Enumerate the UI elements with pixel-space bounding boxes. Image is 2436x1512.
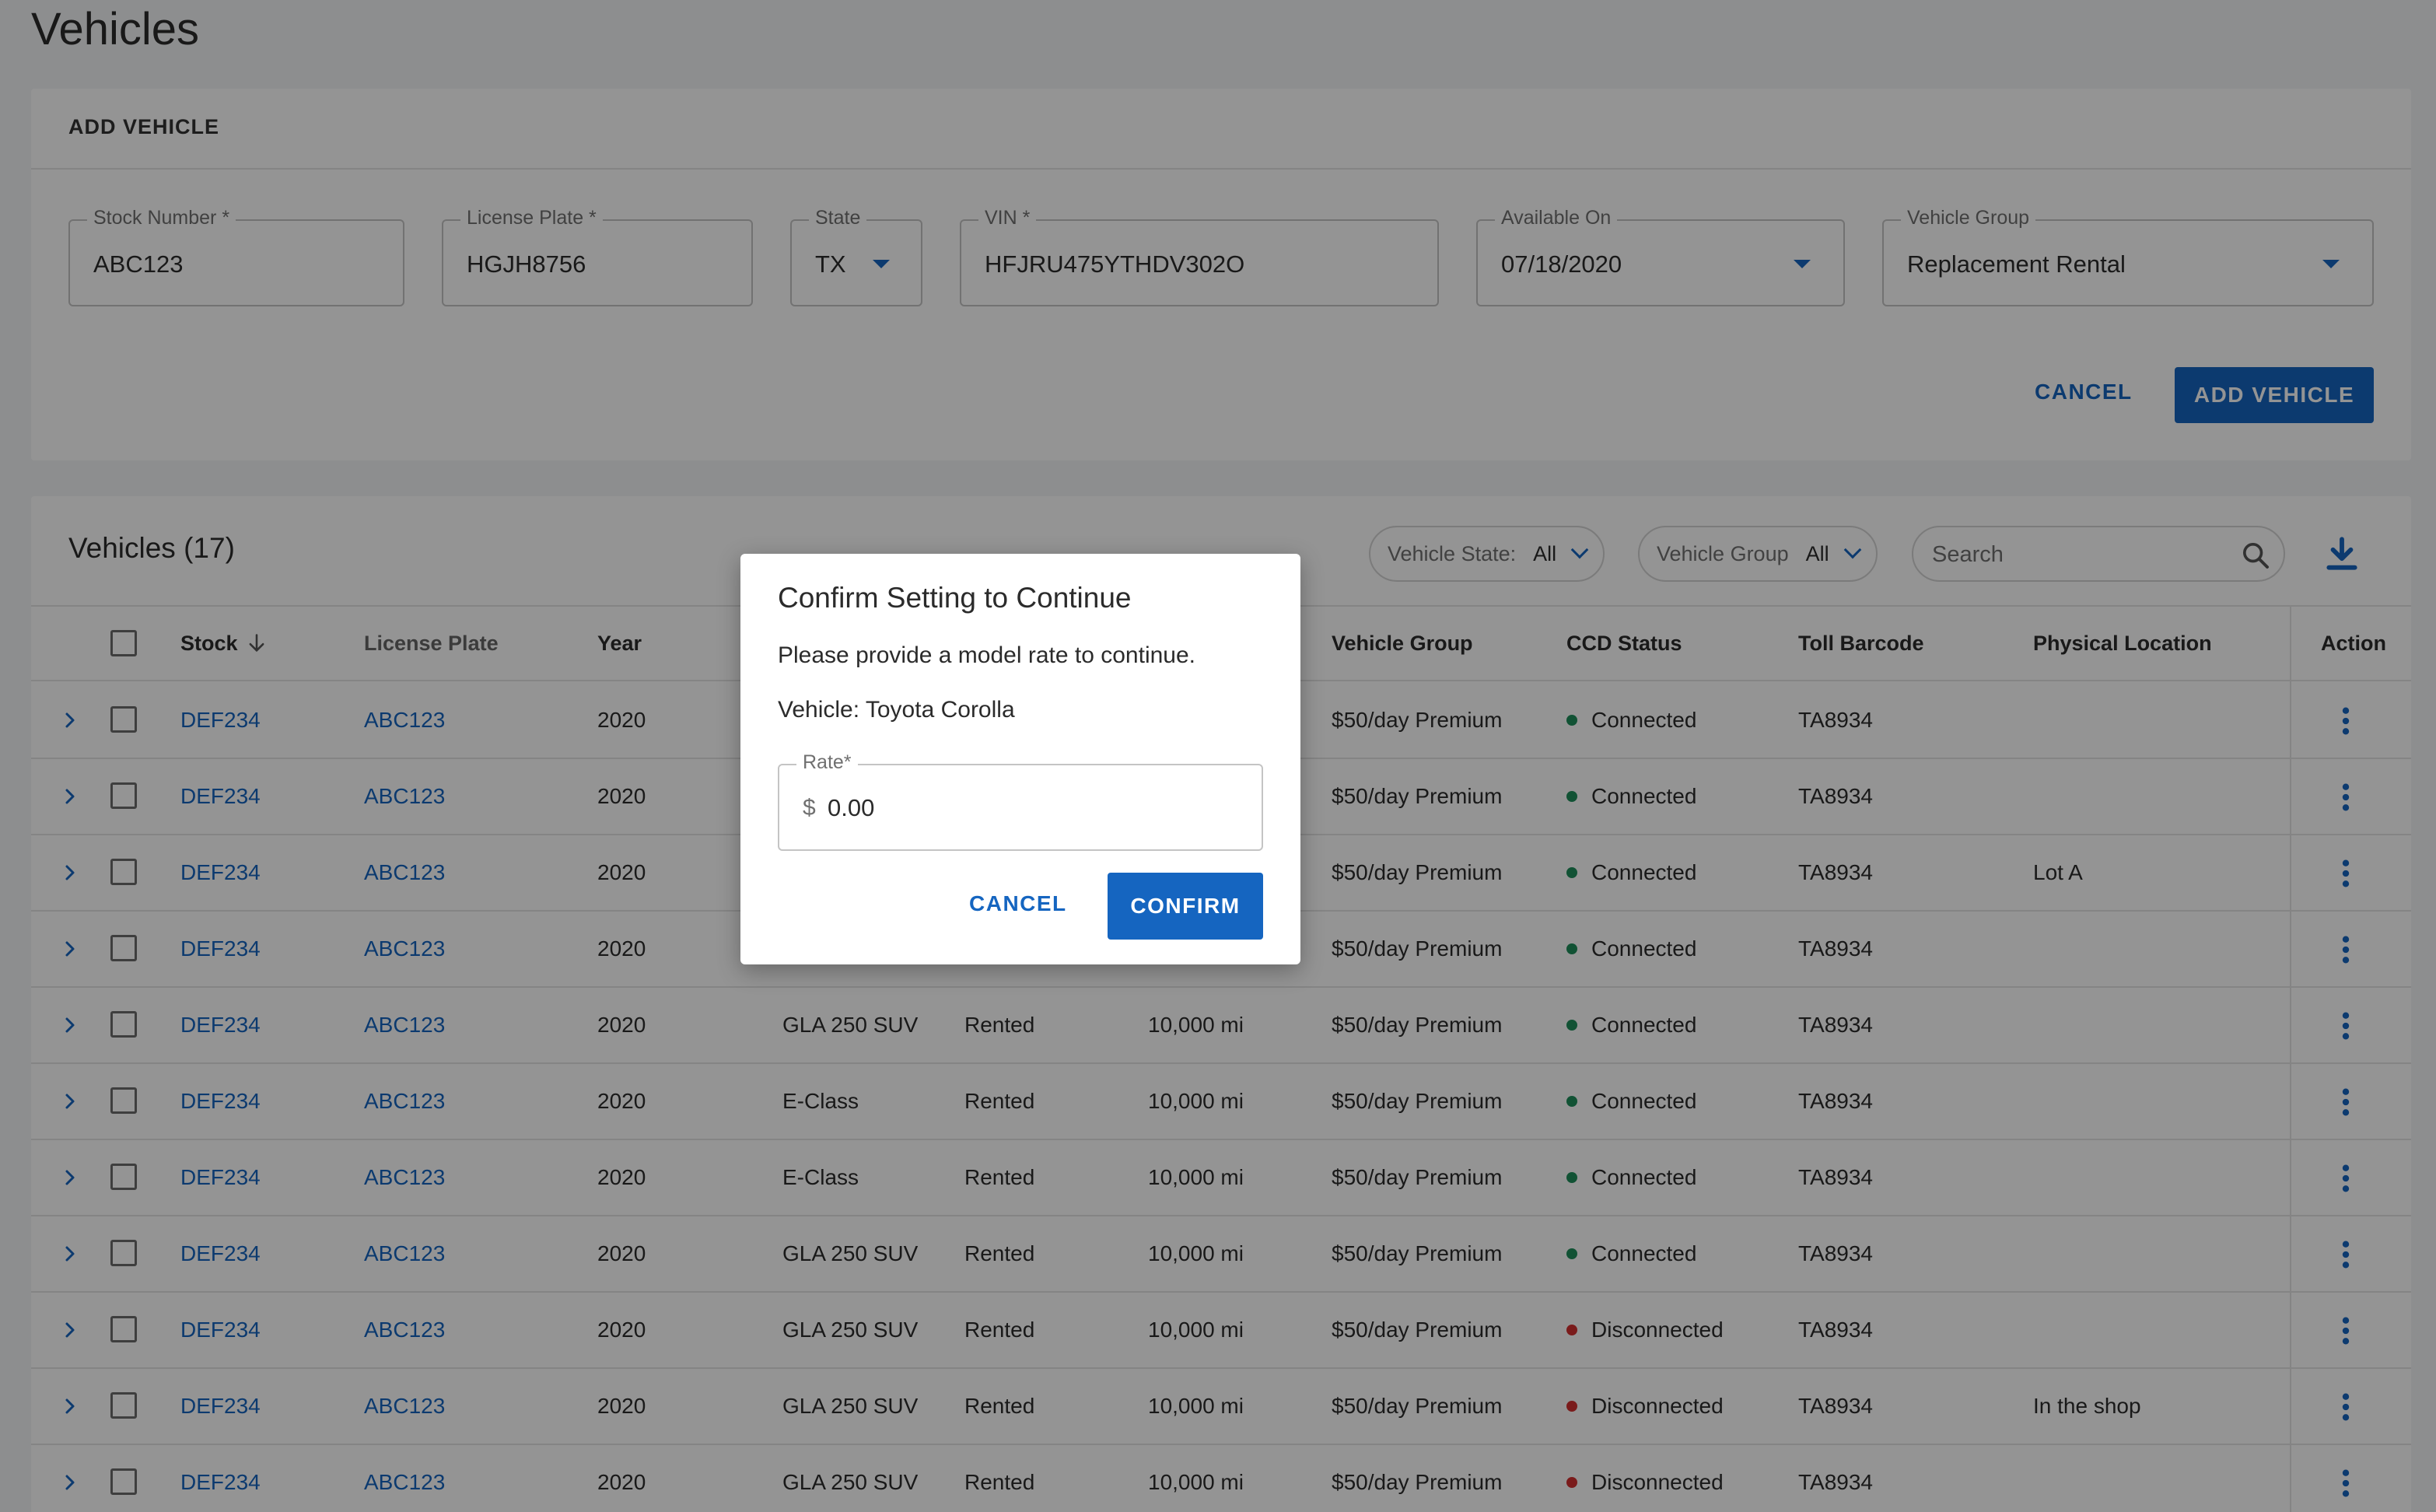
dialog-message: Please provide a model rate to continue. <box>778 642 1195 668</box>
dialog-confirm-button[interactable]: CONFIRM <box>1108 873 1263 940</box>
rate-field: Rate* $ <box>778 751 1263 851</box>
rate-label: Rate* <box>796 751 858 774</box>
rate-input[interactable] <box>828 790 1232 826</box>
dialog-title: Confirm Setting to Continue <box>778 582 1132 614</box>
dialog-cancel-button[interactable]: CANCEL <box>969 891 1067 916</box>
rate-currency-prefix: $ <box>803 795 816 821</box>
dialog-vehicle-name: Vehicle: Toyota Corolla <box>778 697 1015 723</box>
confirm-rate-dialog: Confirm Setting to Continue Please provi… <box>740 554 1300 964</box>
